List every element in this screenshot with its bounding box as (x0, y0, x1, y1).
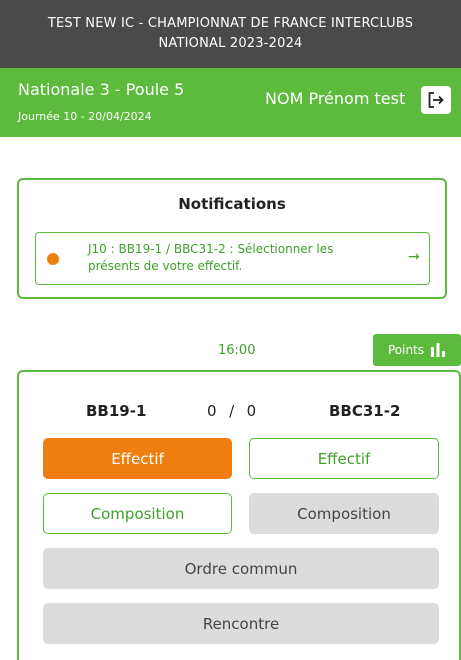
status-dot-icon (47, 253, 59, 265)
arrow-right-icon: → (408, 249, 420, 265)
user-name: NOM Prénom test (265, 89, 406, 108)
championship-title-line1: TEST NEW IC - CHAMPIONNAT DE FRANCE INTE… (47, 16, 414, 31)
logout-button[interactable] (421, 86, 451, 114)
journee-label: Journée 10 - 20/04/2024 (18, 110, 152, 123)
home-composition-button[interactable]: Composition (43, 493, 232, 534)
points-button[interactable]: Points (373, 334, 461, 366)
away-composition-button[interactable]: Composition (249, 493, 439, 534)
match-time: 16:00 (218, 343, 256, 358)
home-team-name: BB19-1 (86, 402, 147, 420)
notification-item[interactable]: J10 : BB19-1 / BBC31-2 : Sélectionner le… (35, 232, 430, 285)
app-header: TEST NEW IC - CHAMPIONNAT DE FRANCE INTE… (0, 0, 461, 68)
bar-chart-icon (431, 343, 446, 357)
away-team-name: BBC31-2 (329, 402, 401, 420)
rencontre-button[interactable]: Rencontre (43, 603, 439, 644)
sub-header: Nationale 3 - Poule 5 Journée 10 - 20/04… (0, 68, 461, 137)
notifications-title: Notifications (178, 195, 286, 213)
match-score: 0 / 0 (207, 402, 258, 420)
points-label: Points (387, 343, 425, 357)
match-card: BB19-1 0 / 0 BBC31-2 Effectif Effectif C… (17, 370, 461, 660)
championship-title-line2: NATIONAL 2023-2024 (158, 36, 303, 51)
notifications-card: Notifications J10 : BB19-1 / BBC31-2 : S… (17, 178, 447, 299)
away-effectif-button[interactable]: Effectif (249, 438, 439, 479)
logout-icon (428, 92, 444, 108)
notification-text: J10 : BB19-1 / BBC31-2 : Sélectionner le… (88, 242, 334, 273)
division-label: Nationale 3 - Poule 5 (18, 80, 185, 99)
ordre-commun-button[interactable]: Ordre commun (43, 548, 439, 589)
home-effectif-button[interactable]: Effectif (43, 438, 232, 479)
